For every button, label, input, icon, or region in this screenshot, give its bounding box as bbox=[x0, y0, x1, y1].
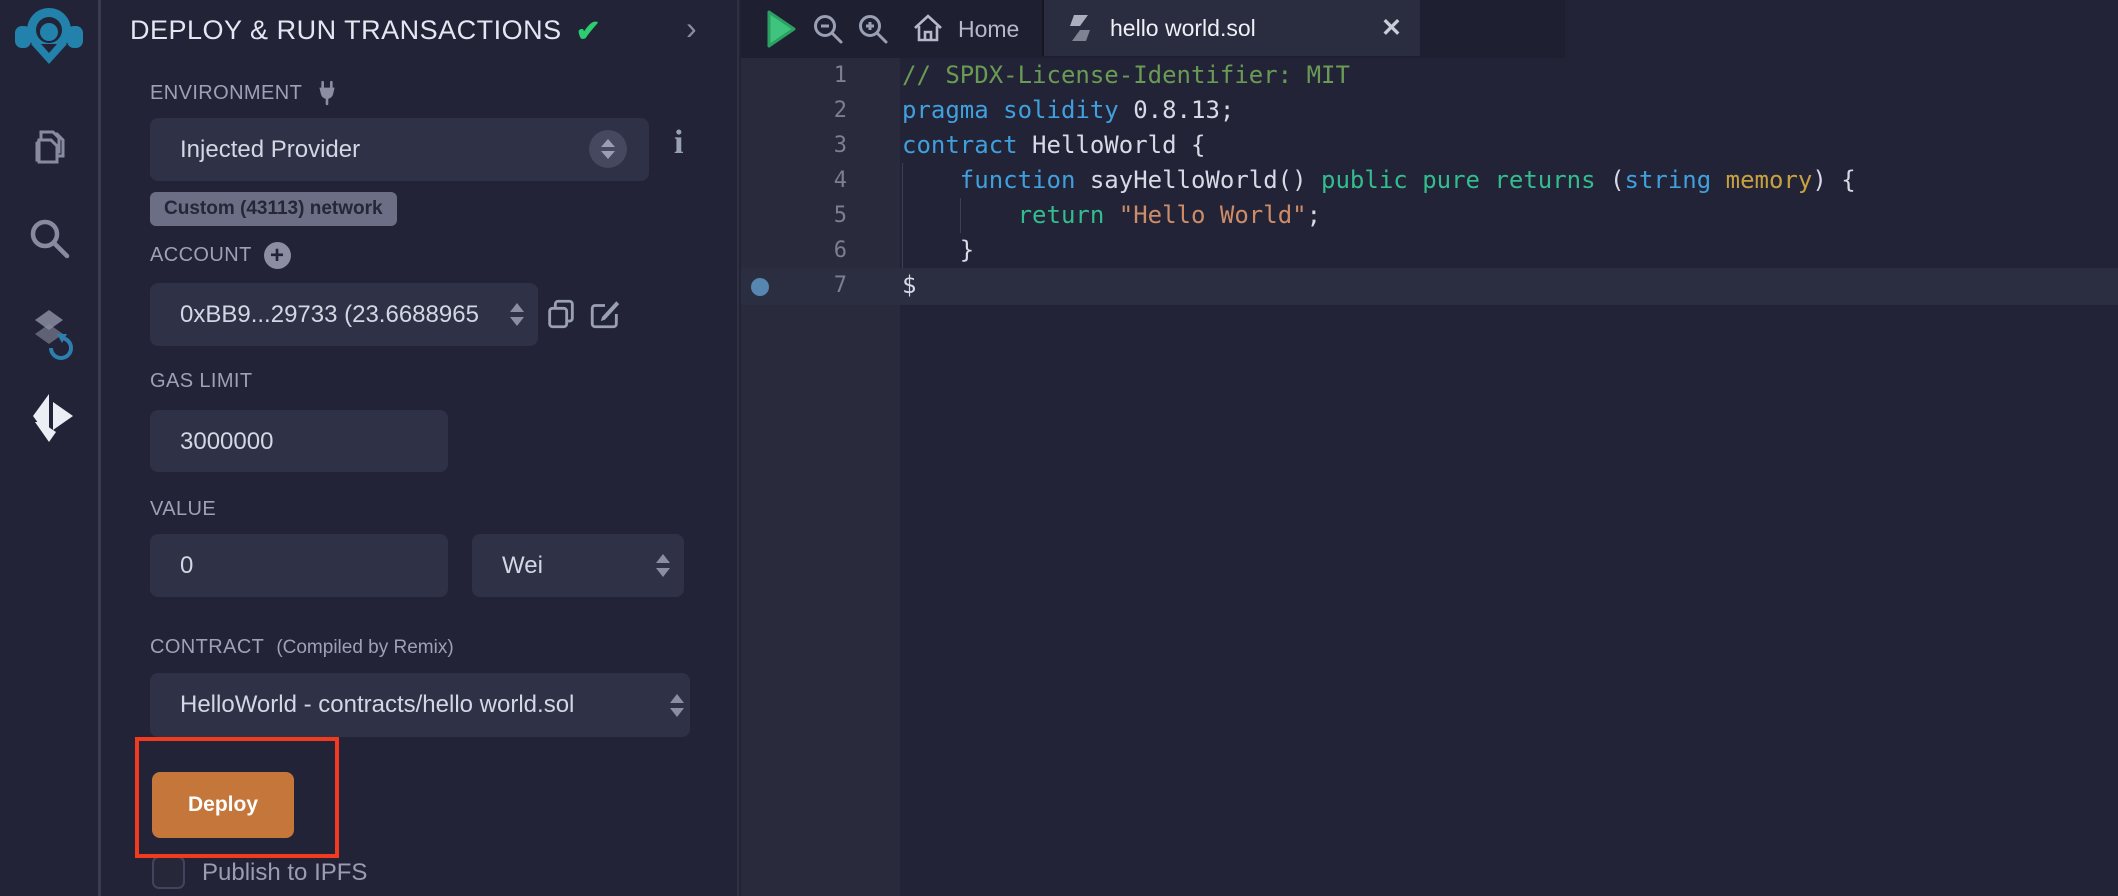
deploy-button[interactable]: Deploy bbox=[152, 772, 294, 838]
run-script-play-button[interactable] bbox=[765, 9, 797, 54]
indent-guide bbox=[902, 163, 903, 268]
environment-select-value: Injected Provider bbox=[180, 136, 619, 164]
deploy-run-panel: DEPLOY & RUN TRANSACTIONS ✔ › ENVIRONMENT… bbox=[104, 0, 739, 896]
gas-limit-label-text: GAS LIMIT bbox=[150, 370, 253, 393]
publish-ipfs-checkbox[interactable] bbox=[152, 856, 185, 889]
file-explorer-icon[interactable] bbox=[0, 126, 98, 174]
gas-limit-input[interactable] bbox=[150, 410, 448, 472]
publish-ipfs-label: Publish to IPFS bbox=[202, 859, 367, 887]
value-input[interactable] bbox=[150, 534, 448, 597]
code-line-6[interactable]: } bbox=[902, 233, 2118, 268]
line-number[interactable]: 3 bbox=[741, 128, 847, 163]
value-label-text: VALUE bbox=[150, 498, 216, 521]
account-select[interactable]: 0xBB9...29733 (23.6688965 bbox=[150, 283, 538, 346]
gutter-line-numbers: 1234567 bbox=[741, 58, 847, 303]
line-number[interactable]: 7 bbox=[741, 268, 847, 303]
indent-guide bbox=[960, 198, 961, 233]
tab-home-label: Home bbox=[958, 16, 1019, 43]
network-badge: Custom (43113) network bbox=[150, 192, 397, 226]
tab-file-active[interactable]: hello world.sol ✕ bbox=[1042, 0, 1420, 56]
tab-home[interactable]: Home bbox=[901, 0, 1029, 58]
home-icon bbox=[911, 12, 945, 46]
value-unit-caret-icon bbox=[656, 534, 670, 597]
value-unit-select[interactable]: Wei bbox=[472, 534, 684, 597]
search-icon[interactable] bbox=[0, 214, 98, 262]
editor-pane: Home hello world.sol ✕ 1234567 // SPDX-L… bbox=[741, 0, 2118, 896]
add-account-icon[interactable]: + bbox=[264, 242, 291, 269]
value-unit-value: Wei bbox=[502, 552, 644, 580]
zoom-out-icon[interactable] bbox=[811, 12, 845, 51]
verified-check-icon: ✔ bbox=[576, 15, 602, 48]
contract-label-text: CONTRACT bbox=[150, 636, 264, 659]
page-title-text: DEPLOY & RUN TRANSACTIONS bbox=[130, 15, 562, 45]
contract-label: CONTRACT (Compiled by Remix) bbox=[150, 636, 454, 659]
account-select-value: 0xBB9...29733 (23.6688965 bbox=[180, 301, 496, 329]
remix-ide-app: { "colors": { "accent_orange": "#c5763b"… bbox=[0, 0, 2118, 896]
line-number[interactable]: 6 bbox=[741, 233, 847, 268]
zoom-in-icon[interactable] bbox=[856, 12, 890, 51]
environment-label-text: ENVIRONMENT bbox=[150, 82, 302, 105]
code-line-3[interactable]: contract HelloWorld { bbox=[902, 128, 2118, 163]
account-caret-icon bbox=[510, 283, 524, 346]
panel-collapse-chevron-icon[interactable]: › bbox=[686, 10, 697, 47]
line-number[interactable]: 5 bbox=[741, 198, 847, 233]
line-number[interactable]: 4 bbox=[741, 163, 847, 198]
code-lines: // SPDX-License-Identifier: MITpragma so… bbox=[902, 58, 2118, 303]
deploy-and-run-icon[interactable] bbox=[0, 392, 98, 444]
solidity-file-icon bbox=[1066, 13, 1094, 43]
contract-select[interactable]: HelloWorld - contracts/hello world.sol bbox=[150, 673, 690, 737]
code-line-1[interactable]: // SPDX-License-Identifier: MIT bbox=[902, 58, 2118, 93]
code-line-7[interactable]: $ bbox=[902, 268, 2118, 303]
copy-account-icon[interactable] bbox=[544, 297, 578, 336]
environment-label: ENVIRONMENT bbox=[150, 80, 340, 106]
code-line-5[interactable]: return "Hello World"; bbox=[902, 198, 2118, 233]
contract-sublabel-text: (Compiled by Remix) bbox=[276, 637, 453, 659]
account-label-text: ACCOUNT bbox=[150, 244, 252, 267]
code-line-2[interactable]: pragma solidity 0.8.13; bbox=[902, 93, 2118, 128]
line-number[interactable]: 1 bbox=[741, 58, 847, 93]
line-number[interactable]: 2 bbox=[741, 93, 847, 128]
environment-select[interactable]: Injected Provider bbox=[150, 118, 649, 181]
solidity-compiler-icon[interactable] bbox=[0, 306, 98, 362]
tab-file-label: hello world.sol bbox=[1110, 15, 1256, 42]
gas-limit-label: GAS LIMIT bbox=[150, 370, 253, 393]
page-title: DEPLOY & RUN TRANSACTIONS ✔ bbox=[130, 14, 601, 49]
contract-caret-icon bbox=[670, 673, 684, 737]
environment-caret-icon bbox=[589, 130, 627, 168]
icon-sidebar bbox=[0, 0, 101, 896]
tab-close-icon[interactable]: ✕ bbox=[1381, 13, 1402, 43]
environment-info-icon[interactable]: i bbox=[674, 124, 683, 162]
account-label: ACCOUNT + bbox=[150, 242, 291, 269]
edit-account-icon[interactable] bbox=[588, 297, 622, 336]
value-label: VALUE bbox=[150, 498, 216, 521]
remix-logo[interactable] bbox=[0, 6, 98, 66]
plug-icon bbox=[314, 80, 340, 106]
code-line-4[interactable]: function sayHelloWorld() public pure ret… bbox=[902, 163, 2118, 198]
contract-select-value: HelloWorld - contracts/hello world.sol bbox=[180, 691, 660, 719]
